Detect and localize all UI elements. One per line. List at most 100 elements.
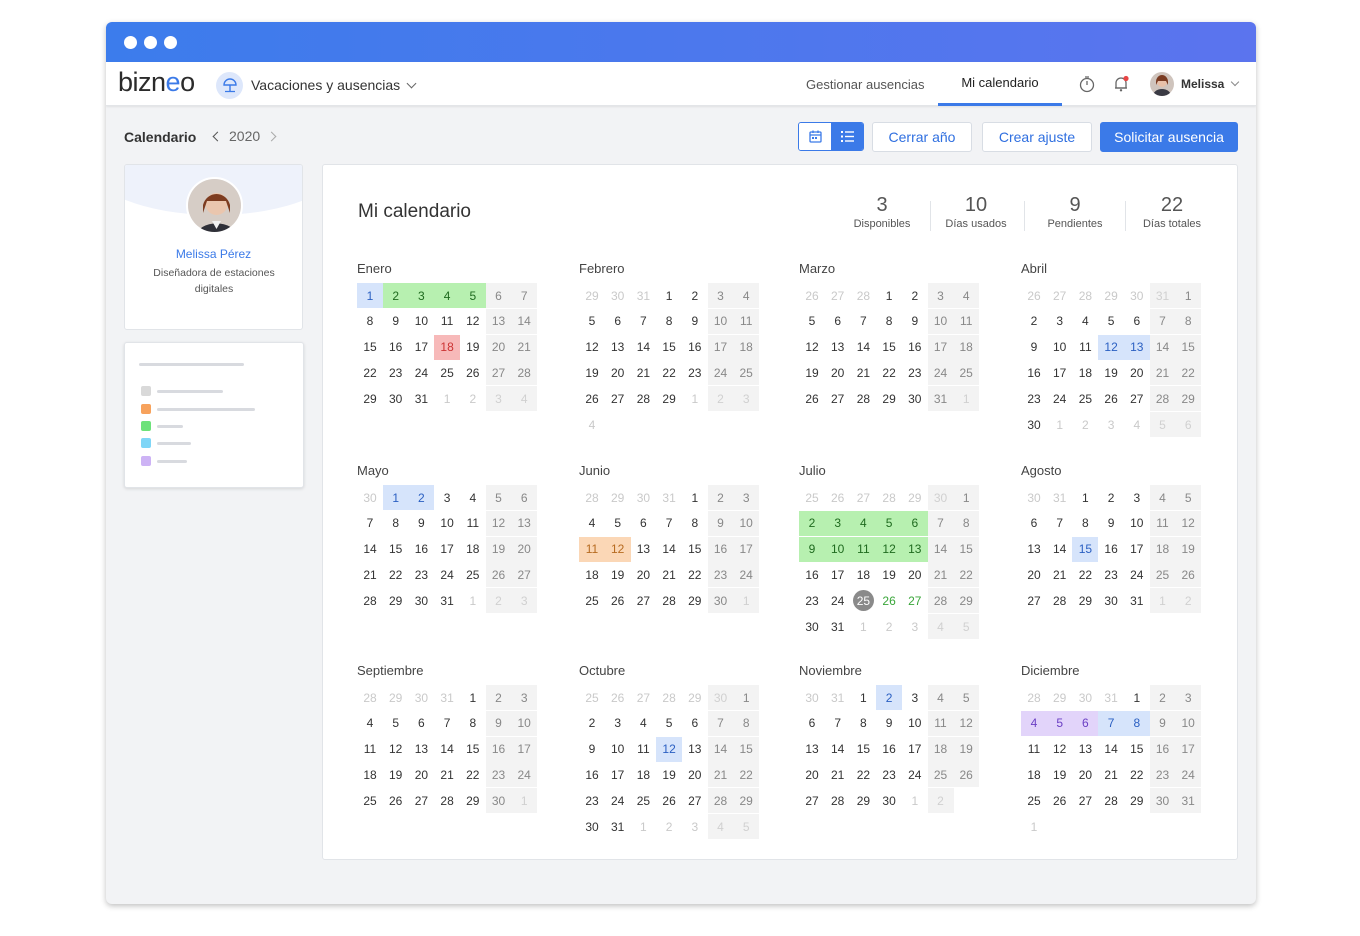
calendar-day[interactable]: 19: [1047, 762, 1073, 787]
calendar-day[interactable]: 19: [656, 762, 682, 787]
calendar-day[interactable]: 24: [408, 360, 434, 385]
calendar-day[interactable]: 27: [630, 588, 656, 613]
calendar-day[interactable]: 28: [656, 588, 682, 613]
calendar-day[interactable]: 23: [383, 360, 409, 385]
calendar-day[interactable]: 3: [1124, 485, 1150, 510]
calendar-day[interactable]: 30: [707, 588, 734, 614]
calendar-day[interactable]: 23: [408, 562, 434, 587]
calendar-day[interactable]: 30: [579, 814, 605, 839]
calendar-day[interactable]: 6: [630, 511, 656, 536]
calendar-day[interactable]: 14: [630, 335, 656, 360]
calendar-day[interactable]: 29: [733, 788, 760, 814]
calendar-day[interactable]: 21: [630, 360, 656, 385]
calendar-day[interactable]: 10: [733, 510, 760, 536]
calendar-day[interactable]: 24: [434, 562, 460, 587]
calendar-day[interactable]: 5: [953, 685, 980, 710]
calendar-day[interactable]: 2: [876, 685, 903, 710]
chevron-right-icon[interactable]: [266, 131, 277, 141]
calendar-day[interactable]: 9: [682, 309, 708, 334]
calendar-day[interactable]: 15: [876, 335, 902, 360]
calendar-day[interactable]: 23: [579, 788, 605, 813]
calendar-day[interactable]: 8: [1072, 511, 1098, 536]
calendar-day[interactable]: 28: [825, 788, 851, 813]
calendar-day[interactable]: 9: [383, 309, 409, 334]
module-selector[interactable]: Vacaciones y ausencias: [216, 71, 417, 99]
calendar-day[interactable]: 14: [511, 308, 538, 334]
calendar-day[interactable]: 26: [799, 386, 825, 411]
calendar-day[interactable]: 21: [927, 562, 954, 588]
calendar-day[interactable]: 29: [1072, 588, 1098, 613]
calendar-day[interactable]: 27: [1021, 588, 1047, 613]
calendar-day[interactable]: 23: [707, 562, 734, 588]
calendar-day[interactable]: 4: [1072, 309, 1098, 334]
tab-gestionar-ausencias[interactable]: Gestionar ausencias: [806, 62, 925, 106]
calendar-day[interactable]: 23: [902, 360, 928, 385]
calendar-day[interactable]: 22: [733, 762, 760, 788]
calendar-day[interactable]: 3: [511, 685, 538, 710]
calendar-day[interactable]: 4: [434, 283, 461, 308]
calendar-day[interactable]: 8: [1175, 308, 1202, 334]
calendar-day[interactable]: 6: [799, 711, 825, 736]
calendar-day[interactable]: 25: [579, 588, 605, 613]
calendar-day[interactable]: 16: [1149, 736, 1176, 762]
calendar-day[interactable]: 11: [460, 511, 486, 536]
calendar-day[interactable]: 4: [733, 283, 760, 308]
calendar-day[interactable]: 7: [927, 510, 954, 536]
calendar-day[interactable]: 17: [511, 736, 538, 762]
calendar-day[interactable]: 22: [876, 360, 902, 385]
calendar-day[interactable]: 28: [1098, 788, 1124, 813]
calendar-day[interactable]: 27: [408, 788, 434, 813]
calendar-day[interactable]: 19: [579, 360, 605, 385]
calendar-day[interactable]: 12: [460, 309, 486, 334]
calendar-day[interactable]: 30: [1149, 788, 1176, 814]
calendar-day[interactable]: 17: [434, 537, 460, 562]
calendar-day[interactable]: 14: [656, 537, 682, 562]
calendar-day[interactable]: 20: [605, 360, 631, 385]
calendar-day[interactable]: 19: [605, 562, 631, 587]
calendar-day[interactable]: 27: [799, 788, 825, 813]
calendar-day[interactable]: 29: [656, 386, 682, 411]
calendar-day[interactable]: 31: [1175, 788, 1202, 814]
calendar-day[interactable]: 22: [850, 762, 876, 787]
calendar-day[interactable]: 27: [511, 562, 538, 588]
calendar-day[interactable]: 17: [902, 737, 928, 762]
calendar-day[interactable]: 31: [825, 614, 851, 639]
calendar-day[interactable]: 1: [850, 685, 876, 710]
calendar-day[interactable]: 24: [707, 360, 734, 386]
calendar-day[interactable]: 17: [1175, 736, 1202, 762]
calendar-day[interactable]: 30: [799, 614, 825, 639]
calendar-day[interactable]: 29: [383, 588, 409, 613]
calendar-day[interactable]: 24: [902, 762, 928, 787]
calendar-day[interactable]: 4: [357, 711, 383, 736]
calendar-day[interactable]: 5: [1046, 710, 1073, 736]
calendar-day[interactable]: 13: [1021, 537, 1047, 562]
calendar-day[interactable]: 20: [825, 360, 851, 385]
calendar-day[interactable]: 18: [927, 736, 954, 762]
calendar-day[interactable]: 28: [511, 360, 538, 386]
calendar-day[interactable]: 21: [1047, 562, 1073, 587]
calendar-day[interactable]: 12: [485, 510, 512, 536]
calendar-day[interactable]: 6: [1072, 710, 1099, 736]
calendar-day[interactable]: 25: [927, 762, 954, 788]
calendar-day[interactable]: 20: [1124, 360, 1150, 385]
calendar-day[interactable]: 10: [408, 309, 434, 334]
calendar-day[interactable]: 1: [953, 485, 980, 510]
calendar-day[interactable]: 11: [953, 308, 980, 334]
calendar-day[interactable]: 5: [1098, 309, 1124, 334]
calendar-day[interactable]: 22: [953, 562, 980, 588]
calendar-day[interactable]: 14: [1047, 537, 1073, 562]
calendar-day[interactable]: 24: [733, 562, 760, 588]
calendar-day[interactable]: 3: [707, 283, 734, 308]
calendar-day[interactable]: 16: [682, 335, 708, 360]
calendar-day[interactable]: 28: [927, 588, 954, 614]
calendar-day[interactable]: 4: [850, 510, 877, 536]
calendar-day[interactable]: 26: [460, 360, 486, 385]
calendar-day[interactable]: 14: [825, 737, 851, 762]
calendar-day[interactable]: 29: [1175, 386, 1202, 412]
calendar-day[interactable]: 23: [1021, 386, 1047, 411]
calendar-day[interactable]: 23: [799, 588, 825, 613]
calendar-day[interactable]: 23: [1149, 762, 1176, 788]
calendar-day[interactable]: 9: [408, 511, 434, 536]
calendar-day[interactable]: 30: [1098, 588, 1124, 613]
calendar-day[interactable]: 9: [902, 309, 928, 334]
